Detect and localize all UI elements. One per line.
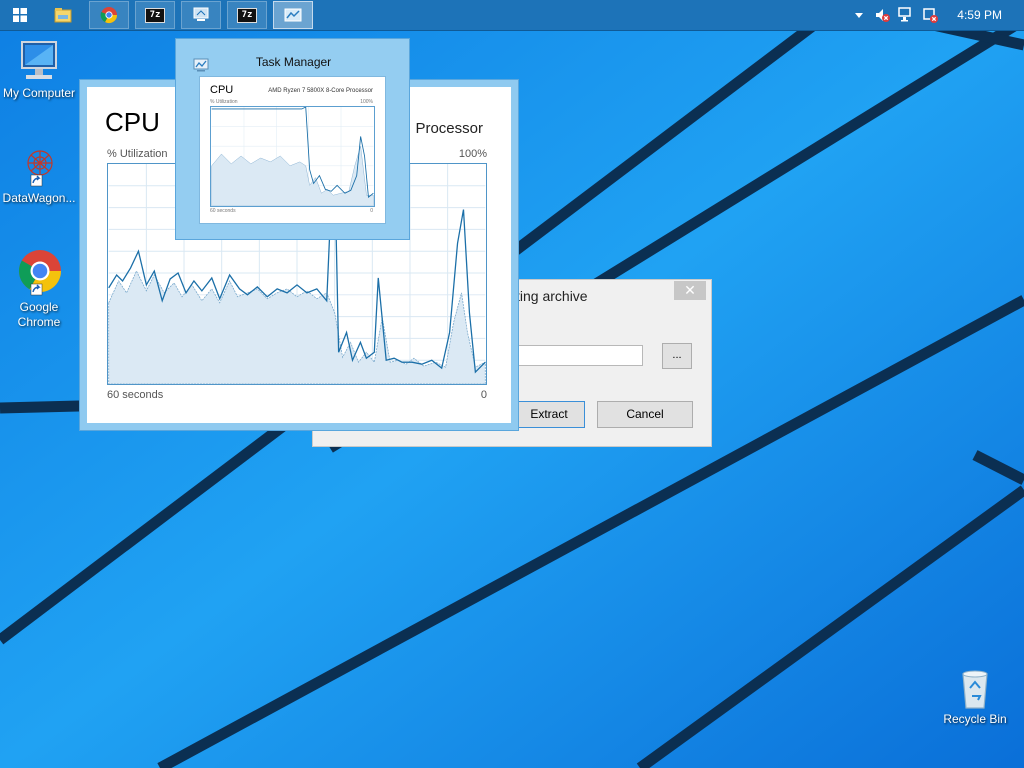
thumbnail-max-label: 100% — [360, 99, 373, 105]
desktop-icon-recycle-bin[interactable]: Recycle Bin — [936, 668, 1014, 727]
extract-button[interactable]: Extract — [513, 401, 585, 428]
taskbar: 7z 7z 4:59 PM — [0, 0, 1024, 31]
task-manager-thumbnail[interactable]: Task Manager CPU AMD Ryzen 7 5800X 8-Cor… — [175, 38, 410, 240]
desktop-icon-label: DataWagon... — [2, 191, 76, 205]
min-label: 0 — [480, 389, 487, 401]
taskbar-file-explorer[interactable] — [43, 1, 83, 29]
desktop-icon-my-computer[interactable]: My Computer — [0, 40, 78, 101]
thumbnail-cpu-heading: CPU — [210, 84, 234, 96]
utilization-label: % Utilization — [107, 148, 168, 160]
windows-logo-icon — [13, 8, 27, 22]
thumbnail-processor-name: AMD Ryzen 7 5800X 8-Core Processor — [268, 88, 373, 94]
chrome-icon — [18, 250, 62, 296]
7zip-icon: 7z — [237, 7, 257, 23]
desktop-icon-label: Recycle Bin — [943, 712, 1007, 726]
datawagon-icon — [27, 150, 53, 187]
thumbnail-utilization-label: % Utilization — [210, 99, 238, 105]
taskbar-7zip-1[interactable]: 7z — [135, 1, 175, 29]
thumbnail-title: Task Manager — [255, 55, 332, 69]
7zip-icon: 7z — [145, 7, 165, 23]
taskbar-7zip-2[interactable]: 7z — [227, 1, 267, 29]
volume-muted-icon[interactable] — [874, 7, 890, 23]
browse-button[interactable]: ... — [662, 343, 692, 369]
taskbar-chrome[interactable] — [89, 1, 129, 29]
computer-icon — [21, 41, 57, 79]
network-app-icon — [193, 7, 209, 21]
thumbnail-cpu-graph — [210, 106, 375, 207]
desktop-icon-label: My Computer — [2, 86, 76, 100]
action-center-icon[interactable] — [922, 7, 938, 23]
desktop-icon-google-chrome[interactable]: Google Chrome — [0, 248, 78, 330]
cpu-heading: CPU — [105, 107, 160, 137]
desktop-icon-label: Google Chrome — [17, 300, 61, 329]
thumbnail-cpu-area — [211, 146, 374, 206]
taskbar-clock[interactable]: 4:59 PM — [957, 0, 1002, 30]
cancel-button[interactable]: Cancel — [597, 401, 693, 428]
start-button[interactable] — [8, 1, 32, 29]
time-window-label: 60 seconds — [107, 389, 164, 401]
taskbar-task-manager[interactable] — [273, 1, 313, 29]
close-button[interactable]: ✕ — [674, 281, 706, 300]
dialog-title: cting archive — [509, 288, 588, 304]
processor-name: Processor — [415, 120, 483, 137]
thumbnail-min-label: 0 — [370, 208, 373, 214]
network-disconnected-icon[interactable] — [898, 7, 914, 23]
desktop-icon-datawagon[interactable]: DataWagon... — [0, 143, 78, 206]
task-manager-icon — [284, 8, 302, 22]
taskbar-network-app[interactable] — [181, 1, 221, 29]
desktop: 7z 7z 4:59 PM My Computer DataWagon... G… — [0, 0, 1024, 768]
chrome-icon — [100, 7, 118, 24]
thumbnail-time-label: 60 seconds — [210, 208, 236, 214]
recycle-bin-icon — [962, 670, 988, 709]
thumbnail-preview: CPU AMD Ryzen 7 5800X 8-Core Processor %… — [199, 76, 386, 224]
file-explorer-icon — [54, 8, 72, 23]
max-percent-label: 100% — [458, 148, 487, 160]
show-hidden-icons-icon[interactable] — [851, 7, 867, 23]
